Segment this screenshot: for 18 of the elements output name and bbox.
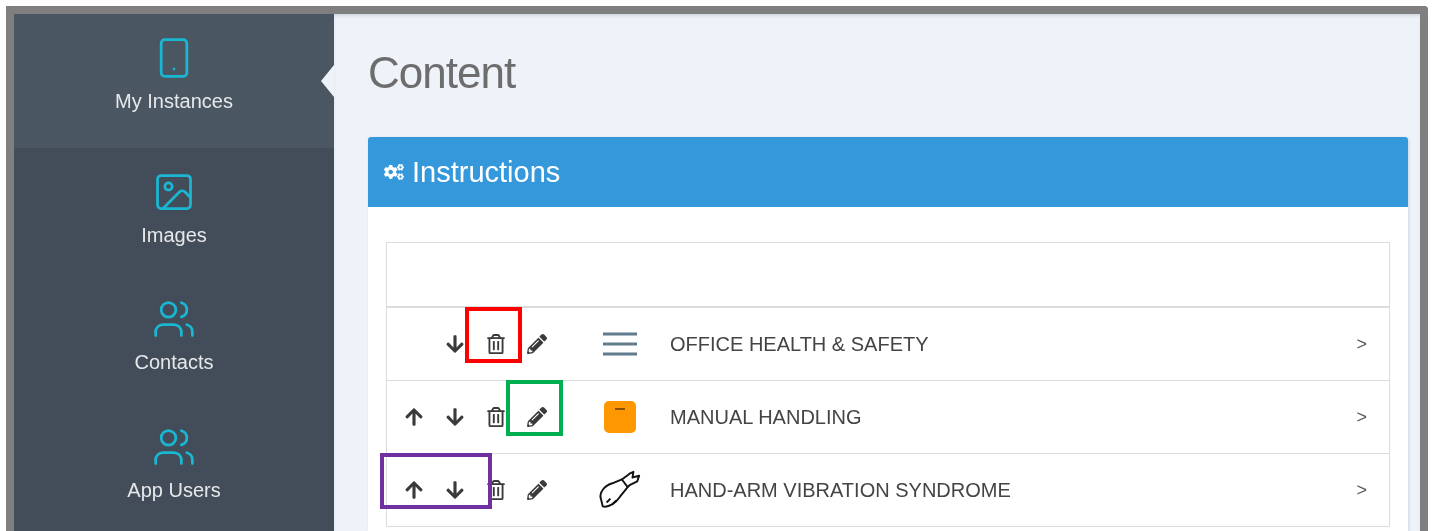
chevron[interactable]: >	[1356, 333, 1367, 355]
instruction-row[interactable]: MANUAL HANDLING >	[387, 381, 1389, 454]
instruction-row[interactable]: HAND-ARM VIBRATION SYNDROME >	[387, 454, 1389, 527]
row-label: OFFICE HEALTH & SAFETY	[670, 332, 930, 356]
chevron[interactable]: >	[1356, 406, 1367, 428]
page-title: Content	[368, 47, 517, 99]
panel-title: Instructions	[412, 155, 561, 189]
menu-icon	[603, 332, 637, 356]
chevron[interactable]: >	[1356, 479, 1367, 501]
row-label: MANUAL HANDLING	[670, 405, 863, 429]
sidebar-item[interactable]: Contacts	[14, 275, 334, 404]
sidebar-item[interactable]: App Users	[14, 403, 334, 531]
box-icon	[604, 401, 636, 433]
sidebar-item[interactable]: Images	[14, 147, 334, 276]
instruction-row[interactable]: OFFICE HEALTH & SAFETY >	[387, 308, 1389, 381]
cogs-icon	[384, 162, 404, 182]
sidebar-item[interactable]: My Instances	[14, 14, 334, 148]
row-label: HAND-ARM VIBRATION SYNDROME	[670, 478, 1012, 502]
